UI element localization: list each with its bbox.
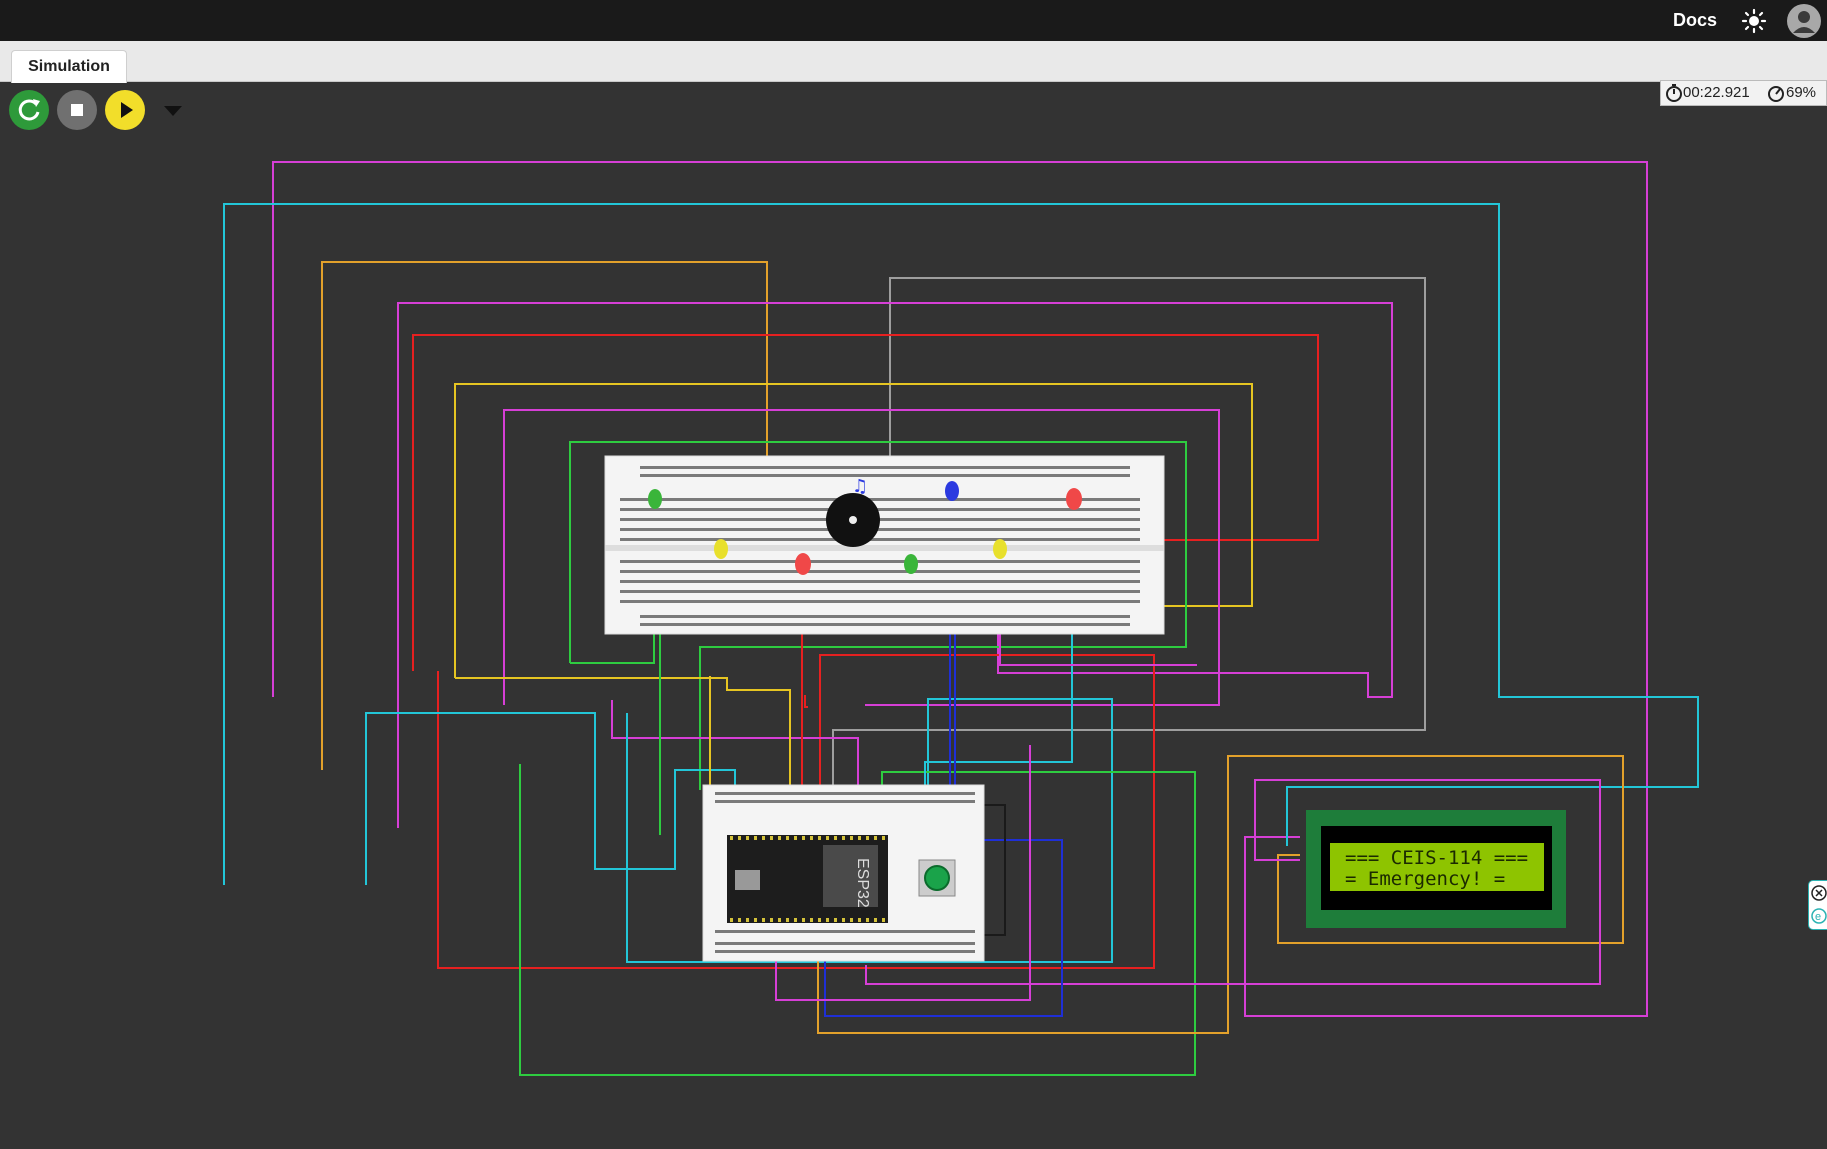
buzzer[interactable] (826, 493, 880, 547)
led-yellow-1[interactable] (714, 539, 728, 559)
main-breadboard[interactable] (604, 455, 1165, 635)
led-blue-1[interactable] (945, 481, 959, 501)
top-bar: Docs (0, 0, 1827, 41)
close-icon[interactable] (1810, 884, 1827, 902)
lcd-line-1: === CEIS-114 === (1345, 847, 1528, 869)
simulation-canvas[interactable]: ♫ ESP32 === CEIS-114 === = Emergency! = (0, 82, 1808, 1149)
esp32-label: ESP32 (854, 858, 871, 908)
led-red-1[interactable] (795, 553, 811, 575)
lcd-display[interactable]: === CEIS-114 === = Emergency! = (1306, 810, 1566, 928)
edge-icon[interactable]: e (1810, 907, 1827, 925)
user-avatar-icon[interactable] (1787, 4, 1821, 38)
esp32-board[interactable]: ESP32 (727, 835, 888, 923)
lcd-line-2: = Emergency! = (1345, 868, 1505, 890)
led-green-2[interactable] (904, 554, 918, 574)
music-note-icon: ♫ (852, 476, 868, 497)
docs-link[interactable]: Docs (1673, 10, 1717, 31)
tab-bar: Simulation (0, 41, 1827, 83)
led-green-1[interactable] (648, 489, 662, 509)
led-yellow-2[interactable] (993, 539, 1007, 559)
svg-text:♫: ♫ (852, 476, 868, 497)
svg-text:e: e (1815, 911, 1821, 923)
led-red-2[interactable] (1066, 488, 1082, 510)
side-panel-tab[interactable]: e (1808, 880, 1827, 930)
tab-simulation[interactable]: Simulation (11, 50, 127, 83)
push-button[interactable] (918, 859, 956, 897)
sun-icon[interactable] (1741, 8, 1767, 34)
